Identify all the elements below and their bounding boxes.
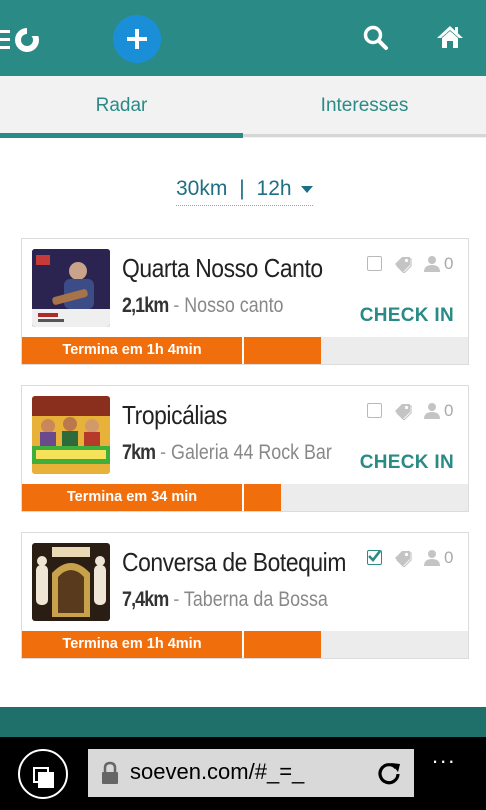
top-bar — [0, 0, 486, 76]
event-meta: 7,4km - Taberna da Bossa — [122, 588, 328, 612]
filter-distance: 30km — [176, 177, 228, 200]
plus-icon — [127, 29, 147, 49]
search-icon — [363, 25, 388, 50]
caret-down-icon — [301, 185, 314, 193]
attendee-count: 0 — [444, 401, 454, 420]
eventos-logo-icon[interactable] — [0, 24, 44, 56]
home-icon — [437, 26, 463, 48]
event-distance: 7,4km — [122, 588, 169, 611]
event-actions: 0 — [367, 402, 459, 422]
event-distance: 2,1km — [122, 294, 169, 317]
time-remaining-bar: Termina em 1h 4min — [22, 337, 468, 364]
check-icon — [368, 550, 381, 562]
event-card[interactable]: Quarta Nosso Canto 2,1km - Nosso canto 0… — [21, 238, 469, 365]
event-card[interactable]: Tropicálias 7km - Galeria 44 Rock Bar 0 … — [21, 385, 469, 512]
time-remaining-label: Termina em 1h 4min — [62, 342, 202, 358]
attendee-count: 0 — [444, 548, 454, 567]
interest-checkbox[interactable] — [367, 256, 382, 271]
event-meta: 7km - Galeria 44 Rock Bar — [122, 441, 332, 465]
browser-toolbar: soeven.com/#_=_ ... — [0, 737, 486, 810]
browser-tabs-button[interactable] — [18, 749, 68, 799]
add-event-button[interactable] — [113, 15, 161, 63]
time-remaining-label: Termina em 34 min — [66, 489, 198, 505]
address-bar[interactable]: soeven.com/#_=_ — [88, 749, 414, 797]
tab-divider — [243, 134, 486, 137]
event-venue: Nosso canto — [184, 294, 284, 317]
more-menu-button[interactable]: ... — [432, 743, 456, 769]
check-in-button[interactable]: CHECK IN — [360, 452, 454, 474]
user-icon — [424, 550, 440, 566]
lock-icon — [102, 761, 118, 784]
tab-interesses[interactable]: Interesses — [243, 76, 486, 138]
home-button[interactable] — [436, 24, 464, 50]
check-in-button[interactable]: CHECK IN — [360, 305, 454, 327]
time-remaining-bar: Termina em 1h 4min — [22, 631, 468, 658]
event-thumbnail — [32, 396, 110, 474]
meta-separator: - — [173, 294, 180, 317]
interest-checkbox[interactable] — [367, 403, 382, 418]
event-actions: 0 — [367, 255, 459, 275]
active-tab-indicator — [0, 133, 243, 138]
url-text: soeven.com/#_=_ — [130, 759, 305, 784]
radius-time-filter[interactable]: 30km | 12h — [176, 174, 314, 206]
filter-time: 12h — [256, 177, 292, 200]
event-card[interactable]: Conversa de Botequim 7,4km - Taberna da … — [21, 532, 469, 659]
time-remaining-label: Termina em 1h 4min — [62, 636, 202, 652]
timebar-divider — [242, 484, 244, 511]
event-title[interactable]: Quarta Nosso Canto — [122, 253, 323, 284]
tab-radar[interactable]: Radar — [0, 76, 243, 138]
tabs-icon-front — [38, 772, 54, 788]
event-actions: 0 — [367, 549, 459, 569]
event-venue: Taberna da Bossa — [183, 588, 328, 611]
user-icon — [424, 403, 440, 419]
attendee-count: 0 — [444, 254, 454, 273]
tag-icon[interactable] — [393, 255, 413, 273]
event-venue: Galeria 44 Rock Bar — [171, 441, 332, 464]
tag-icon[interactable] — [393, 402, 413, 420]
app-footer-bar — [0, 707, 486, 737]
interest-checkbox-checked[interactable] — [367, 550, 382, 565]
time-remaining-bar: Termina em 34 min — [22, 484, 468, 511]
meta-separator: - — [173, 588, 180, 611]
event-title[interactable]: Conversa de Botequim — [122, 547, 346, 578]
app-screen: Radar Interesses 30km | 12h Quarta Nosso… — [0, 0, 486, 810]
event-thumbnail — [32, 249, 110, 327]
event-title[interactable]: Tropicálias — [122, 400, 227, 431]
filter-separator: | — [239, 177, 245, 200]
timebar-divider — [242, 631, 244, 658]
user-icon — [424, 256, 440, 272]
event-distance: 7km — [122, 441, 156, 464]
search-button[interactable] — [362, 24, 390, 52]
tab-bar: Radar Interesses — [0, 76, 486, 138]
reload-icon[interactable] — [376, 760, 402, 786]
event-meta: 2,1km - Nosso canto — [122, 294, 283, 318]
meta-separator: - — [160, 441, 167, 464]
event-thumbnail — [32, 543, 110, 621]
timebar-divider — [242, 337, 244, 364]
tag-icon[interactable] — [393, 549, 413, 567]
